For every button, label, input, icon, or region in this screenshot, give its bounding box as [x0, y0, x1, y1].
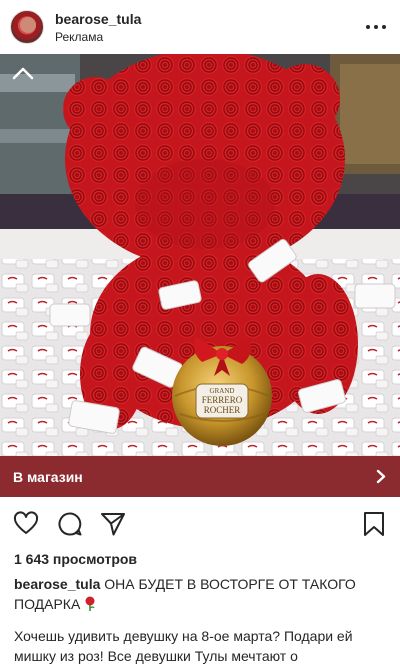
sponsored-label: Реклама	[55, 30, 104, 44]
caption-body: Хочешь удивить девушку на 8-ое марта? По…	[14, 628, 353, 664]
box-label-line1: GRAND	[210, 387, 235, 395]
caption-username[interactable]: bearose_tula	[14, 576, 100, 592]
chevron-right-icon	[376, 469, 386, 484]
more-options-icon[interactable]	[366, 17, 386, 37]
collapse-chevron-up-icon[interactable]	[12, 66, 34, 80]
post-media[interactable]: GRAND FERRERO ROCHER	[0, 54, 400, 456]
shop-now-label: В магазин	[13, 468, 83, 485]
post-username[interactable]: bearose_tula	[55, 11, 141, 27]
comment-icon[interactable]	[57, 511, 83, 537]
shop-now-button[interactable]: В магазин	[0, 456, 400, 497]
box-label-line2: FERRERO	[202, 395, 243, 405]
post-header: bearose_tula Реклама	[0, 0, 400, 54]
view-count[interactable]: 1 643 просмотров	[14, 551, 137, 567]
send-icon[interactable]	[100, 511, 126, 537]
profile-avatar[interactable]	[10, 10, 44, 44]
post-caption: bearose_tula ОНА БУДЕТ В ВОСТОРГЕ ОТ ТАК…	[14, 574, 394, 614]
heart-icon[interactable]	[13, 511, 39, 537]
box-label-line3: ROCHER	[204, 405, 241, 415]
rose-icon	[85, 596, 95, 611]
bookmark-icon[interactable]	[361, 511, 387, 537]
post-actions	[0, 505, 400, 541]
